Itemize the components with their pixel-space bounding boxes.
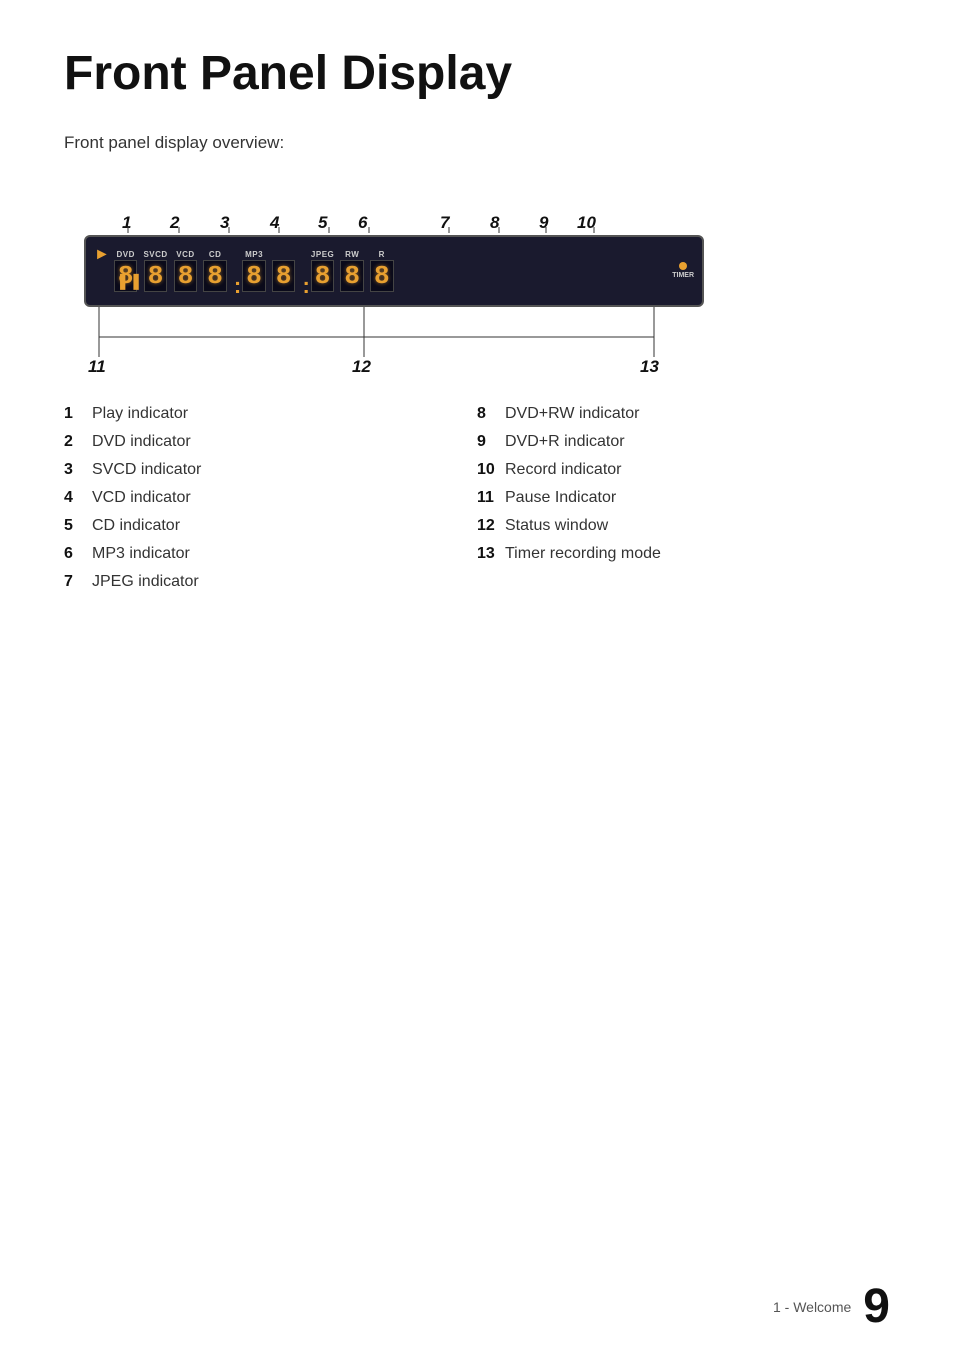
item-7: 7 JPEG indicator <box>64 573 477 591</box>
bottom-num-13: 13 <box>640 357 659 377</box>
item-6: 6 MP3 indicator <box>64 545 477 563</box>
item-text-8: DVD+RW indicator <box>505 405 639 423</box>
item-num-7: 7 <box>64 573 92 591</box>
top-number-row: 1 2 3 4 5 6 7 8 9 10 <box>84 201 704 233</box>
items-right-column: 8 DVD+RW indicator 9 DVD+R indicator 10 … <box>477 405 890 601</box>
diagram-wrapper: 1 2 3 4 5 6 7 8 9 10 <box>84 201 890 357</box>
item-text-10: Record indicator <box>505 461 622 479</box>
item-num-3: 3 <box>64 461 92 479</box>
timer-indicator: TIMER <box>672 262 694 279</box>
item-text-3: SVCD indicator <box>92 461 201 479</box>
item-4: 4 VCD indicator <box>64 489 477 507</box>
item-13: 13 Timer recording mode <box>477 545 890 563</box>
item-num-9: 9 <box>477 433 505 451</box>
item-12: 12 Status window <box>477 517 890 535</box>
timer-label: TIMER <box>672 272 694 279</box>
item-text-1: Play indicator <box>92 405 188 423</box>
item-num-12: 12 <box>477 517 505 535</box>
item-10: 10 Record indicator <box>477 461 890 479</box>
pause-indicator: ❚❚ <box>116 271 143 297</box>
items-left-column: 1 Play indicator 2 DVD indicator 3 SVCD … <box>64 405 477 601</box>
page-title: Front Panel Display <box>64 48 890 101</box>
item-num-11: 11 <box>477 489 505 507</box>
digit-mp3: MP3 8 <box>242 250 266 292</box>
display-inner: ► DVD 8 SVCD 8 VCD 8 <box>94 241 694 301</box>
item-5: 5 CD indicator <box>64 517 477 535</box>
footer-section: 1 - Welcome <box>773 1299 851 1315</box>
item-num-1: 1 <box>64 405 92 423</box>
item-2: 2 DVD indicator <box>64 433 477 451</box>
bottom-num-11: 11 <box>88 357 106 377</box>
digit-r: R 8 <box>370 250 394 292</box>
top-tick-svg <box>84 201 704 233</box>
subtitle: Front panel display overview: <box>64 133 890 153</box>
item-1: 1 Play indicator <box>64 405 477 423</box>
digit-6: 8 <box>272 250 296 292</box>
page-footer: 1 - Welcome 9 <box>773 1283 890 1331</box>
item-num-8: 8 <box>477 405 505 423</box>
item-text-5: CD indicator <box>92 517 180 535</box>
item-9: 9 DVD+R indicator <box>477 433 890 451</box>
item-text-4: VCD indicator <box>92 489 191 507</box>
item-num-4: 4 <box>64 489 92 507</box>
item-text-13: Timer recording mode <box>505 545 661 563</box>
item-text-7: JPEG indicator <box>92 573 199 591</box>
connector-row <box>84 307 704 357</box>
digit-rw: RW 8 <box>340 250 364 292</box>
connector-svg <box>84 307 704 357</box>
item-text-2: DVD indicator <box>92 433 191 451</box>
digit-vcd: VCD 8 <box>174 250 198 292</box>
footer-page-number: 9 <box>863 1283 890 1331</box>
item-num-10: 10 <box>477 461 505 479</box>
item-text-9: DVD+R indicator <box>505 433 625 451</box>
item-text-12: Status window <box>505 517 608 535</box>
colon-2: : <box>301 273 310 299</box>
items-section: 1 Play indicator 2 DVD indicator 3 SVCD … <box>64 405 890 601</box>
item-num-2: 2 <box>64 433 92 451</box>
item-text-11: Pause Indicator <box>505 489 616 507</box>
item-num-13: 13 <box>477 545 505 563</box>
colon-1: : <box>233 273 242 299</box>
item-11: 11 Pause Indicator <box>477 489 890 507</box>
record-dot <box>679 262 687 270</box>
item-8: 8 DVD+RW indicator <box>477 405 890 423</box>
item-num-5: 5 <box>64 517 92 535</box>
digit-jpeg: JPEG 8 <box>311 250 335 292</box>
digit-cd: CD 8 <box>203 250 227 292</box>
display-panel: ► DVD 8 SVCD 8 VCD 8 <box>84 235 704 307</box>
item-text-6: MP3 indicator <box>92 545 190 563</box>
item-num-6: 6 <box>64 545 92 563</box>
play-indicator: ► <box>94 241 110 263</box>
bottom-num-12: 12 <box>352 357 371 377</box>
item-3: 3 SVCD indicator <box>64 461 477 479</box>
digit-svcd: SVCD 8 <box>143 250 167 292</box>
